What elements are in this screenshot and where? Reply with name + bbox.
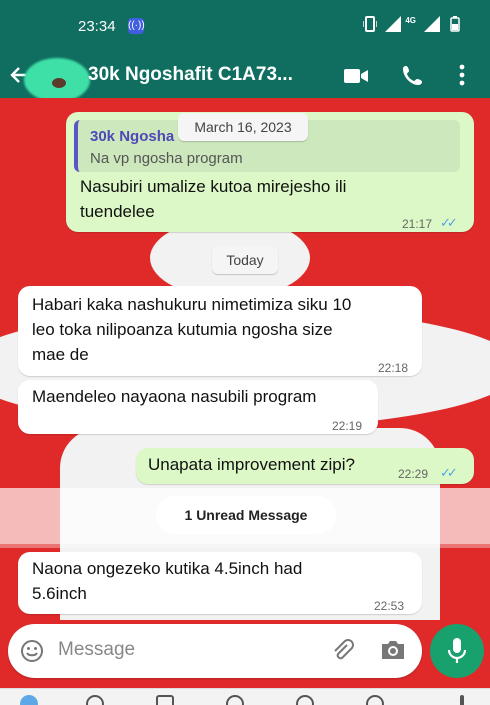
- message-line: leo toka nilipoanza kutumia ngosha size: [32, 320, 333, 339]
- incoming-message[interactable]: Maendeleo nayaona nasubili program 22:19: [18, 380, 378, 434]
- quoted-text: Na vp ngosha program: [90, 150, 243, 167]
- message-time: 22:29: [398, 467, 429, 481]
- message-line: mae de: [32, 345, 89, 364]
- message-line: 5.6inch: [32, 584, 87, 603]
- nav-icon[interactable]: [460, 695, 464, 705]
- more-options-icon[interactable]: [458, 64, 466, 86]
- nav-icon[interactable]: [296, 695, 314, 705]
- chat-header: 30k Ngoshafit C1A73...: [0, 52, 490, 102]
- message-time: 21:17: [402, 217, 433, 231]
- status-time: 23:34: [78, 18, 116, 35]
- message-line: tuendelee: [80, 202, 155, 221]
- signal-icon: [385, 16, 402, 32]
- emoji-icon[interactable]: [20, 639, 44, 663]
- network-type-label: 4G: [405, 15, 416, 25]
- date-separator: March 16, 2023: [178, 113, 308, 141]
- vibrate-icon: [363, 16, 378, 32]
- message-text: Nasubiri umalize kutoa mirejesho ili tue…: [80, 174, 346, 224]
- system-nav-bar: [0, 688, 490, 705]
- outgoing-message[interactable]: Unapata improvement zipi? 22:29 ✓✓: [136, 448, 474, 484]
- message-placeholder: Message: [58, 639, 136, 660]
- microphone-icon: [447, 638, 467, 663]
- avatar-detail: [52, 78, 66, 88]
- message-time: 22:53: [374, 599, 405, 613]
- video-call-icon[interactable]: [343, 67, 369, 85]
- message-input[interactable]: Message: [8, 624, 422, 678]
- incoming-message[interactable]: Naona ongezeko kutika 4.5inch had 5.6inc…: [18, 552, 422, 614]
- unread-messages-label: 1 Unread Message: [156, 496, 336, 534]
- nav-icon[interactable]: [226, 695, 244, 705]
- read-receipt-icon: ✓✓: [440, 215, 458, 230]
- mic-button[interactable]: [430, 624, 484, 678]
- message-line: Nasubiri umalize kutoa mirejesho ili: [80, 177, 347, 196]
- message-text: Naona ongezeko kutika 4.5inch had 5.6inc…: [32, 556, 302, 606]
- message-time: 22:18: [378, 361, 409, 375]
- status-icons: 4G: [363, 16, 460, 32]
- signal-icon-2: [424, 16, 440, 32]
- message-line: Habari kaka nashukuru nimetimiza siku 10: [32, 295, 352, 314]
- voice-call-icon[interactable]: [402, 64, 424, 86]
- contact-name[interactable]: 30k Ngoshafit C1A73...: [88, 64, 293, 86]
- message-time: 22:19: [332, 419, 363, 433]
- read-receipt-icon: ✓✓: [440, 465, 458, 480]
- battery-icon: [450, 16, 460, 32]
- message-text: Unapata improvement zipi?: [148, 455, 355, 474]
- nav-icon[interactable]: [156, 695, 174, 705]
- nav-icon[interactable]: [366, 695, 384, 705]
- cast-icon: ((·)): [128, 18, 145, 34]
- camera-icon[interactable]: [380, 639, 406, 661]
- incoming-message[interactable]: Habari kaka nashukuru nimetimiza siku 10…: [18, 286, 422, 376]
- nav-icon[interactable]: [86, 695, 104, 705]
- nav-icon[interactable]: [20, 695, 38, 705]
- message-line: Naona ongezeko kutika 4.5inch had: [32, 559, 303, 578]
- date-separator: Today: [212, 246, 278, 274]
- message-text: Maendeleo nayaona nasubili program: [32, 387, 317, 406]
- attach-icon[interactable]: [330, 638, 356, 664]
- status-bar: 23:34 ((·)) 4G: [0, 0, 490, 52]
- message-text: Habari kaka nashukuru nimetimiza siku 10…: [32, 292, 351, 367]
